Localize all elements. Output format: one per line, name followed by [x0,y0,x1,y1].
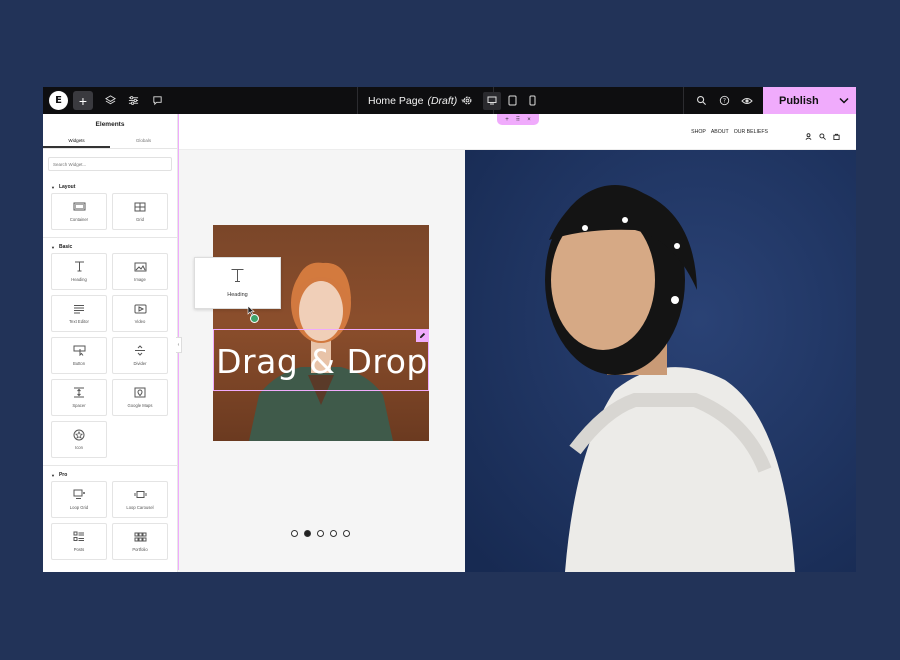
basic-widgets: Heading Image Text Editor Video Button D… [43,253,177,458]
section-label: Basic [58,244,73,250]
doc-title-text: Home Page [368,94,424,107]
widget-label: Loop Grid [69,505,89,510]
editor-window: E + Home Page (Draft) ▾ ? Publish Elemen… [43,87,856,572]
widget-search-input[interactable] [53,161,171,167]
widget-label: Video [134,319,146,324]
widget-label: Posts [73,547,85,552]
widget-label: Text Editor [69,319,89,324]
publish-label: Publish [779,94,819,107]
settings-sliders-icon[interactable] [123,87,143,114]
canvas-selection-outline [178,114,856,570]
widget-portfolio[interactable]: Portfolio [112,523,168,560]
widget-grid[interactable]: Grid [112,193,168,230]
spacer-icon [72,387,86,398]
widget-button[interactable]: Button [51,337,107,374]
widget-label: Icon [75,445,83,450]
panel-title: Elements [95,120,125,128]
heading-icon [72,261,86,272]
widget-video[interactable]: Video [112,295,168,332]
tablet-icon[interactable] [503,92,521,110]
widget-label: Portfolio [132,547,148,552]
doc-status: (Draft) [427,94,458,107]
video-icon [133,303,147,314]
button-icon [72,345,86,356]
widget-label: Image [134,277,146,282]
gear-icon[interactable] [456,87,478,114]
widget-loop-grid[interactable]: Loop Grid [51,481,107,518]
section-header-pro[interactable]: ▼ Pro [43,469,177,481]
publish-button[interactable]: Publish [763,87,856,114]
comments-icon[interactable] [147,87,167,114]
widget-loop-carousel[interactable]: Loop Carousel [112,481,168,518]
widget-image[interactable]: Image [112,253,168,290]
elements-panel: Elements Widgets Globals ▼Layout Contain… [43,114,178,572]
caret-down-icon: ▼ [51,472,55,478]
divider-icon [133,345,147,356]
add-element-button[interactable]: + [73,91,93,110]
panel-tabs: Widgets Globals [43,134,177,149]
caret-down-icon: ▼ [51,244,55,250]
section-header-layout[interactable]: ▼ Layout [43,181,177,193]
svg-text:?: ? [722,98,725,105]
container-icon [72,201,86,212]
layout-widgets: Container Grid [43,193,177,230]
widget-label: Container [69,217,89,222]
widget-spacer[interactable]: Spacer [51,379,107,416]
pro-widgets: Loop Grid Loop Carousel Posts Portfolio [43,481,177,560]
section-label: Pro [58,472,68,478]
section-header-basic[interactable]: ▼ Basic [43,241,177,253]
widget-icon[interactable]: Icon [51,421,107,458]
chevron-down-icon[interactable] [832,97,856,104]
widget-label: Divider [133,361,147,366]
star-icon [72,429,86,440]
widget-container[interactable]: Container [51,193,107,230]
widget-google-maps[interactable]: Google Maps [112,379,168,416]
desktop-icon[interactable] [483,91,501,110]
search-icon[interactable] [691,87,711,114]
editor-canvas: SHOP ABOUT OUR BELIEFS + ⠿ × Drag & Drop… [178,114,856,572]
posts-icon [72,531,86,542]
widget-heading[interactable]: Heading [51,253,107,290]
text-editor-icon [72,303,86,314]
loop-grid-icon [72,489,86,500]
responsive-switcher [483,87,541,114]
tab-widgets[interactable]: Widgets [43,134,110,148]
portfolio-icon [133,531,147,542]
widget-label: Google Maps [127,403,153,408]
carousel-icon [133,489,147,500]
widget-label: Heading [71,277,87,282]
elementor-logo[interactable]: E [49,91,68,110]
widget-search[interactable] [48,157,172,171]
widget-label: Grid [136,217,144,222]
widget-text-editor[interactable]: Text Editor [51,295,107,332]
widget-label: Loop Carousel [126,505,154,510]
collapse-panel-chevron-icon[interactable]: ‹ [176,337,182,353]
image-icon [133,261,147,272]
caret-down-icon: ▼ [51,184,55,190]
tab-globals[interactable]: Globals [110,134,177,148]
map-icon [133,387,147,398]
help-icon[interactable]: ? [714,87,734,114]
widget-posts[interactable]: Posts [51,523,107,560]
preview-eye-icon[interactable] [737,87,757,114]
section-label: Layout [58,184,76,190]
layers-icon[interactable] [100,87,120,114]
top-bar: E + Home Page (Draft) ▾ ? Publish [43,87,856,114]
grid-icon [133,201,147,212]
widget-label: Button [72,361,86,366]
widget-label: Spacer [72,403,86,408]
mobile-icon[interactable] [523,92,541,110]
widget-divider[interactable]: Divider [112,337,168,374]
